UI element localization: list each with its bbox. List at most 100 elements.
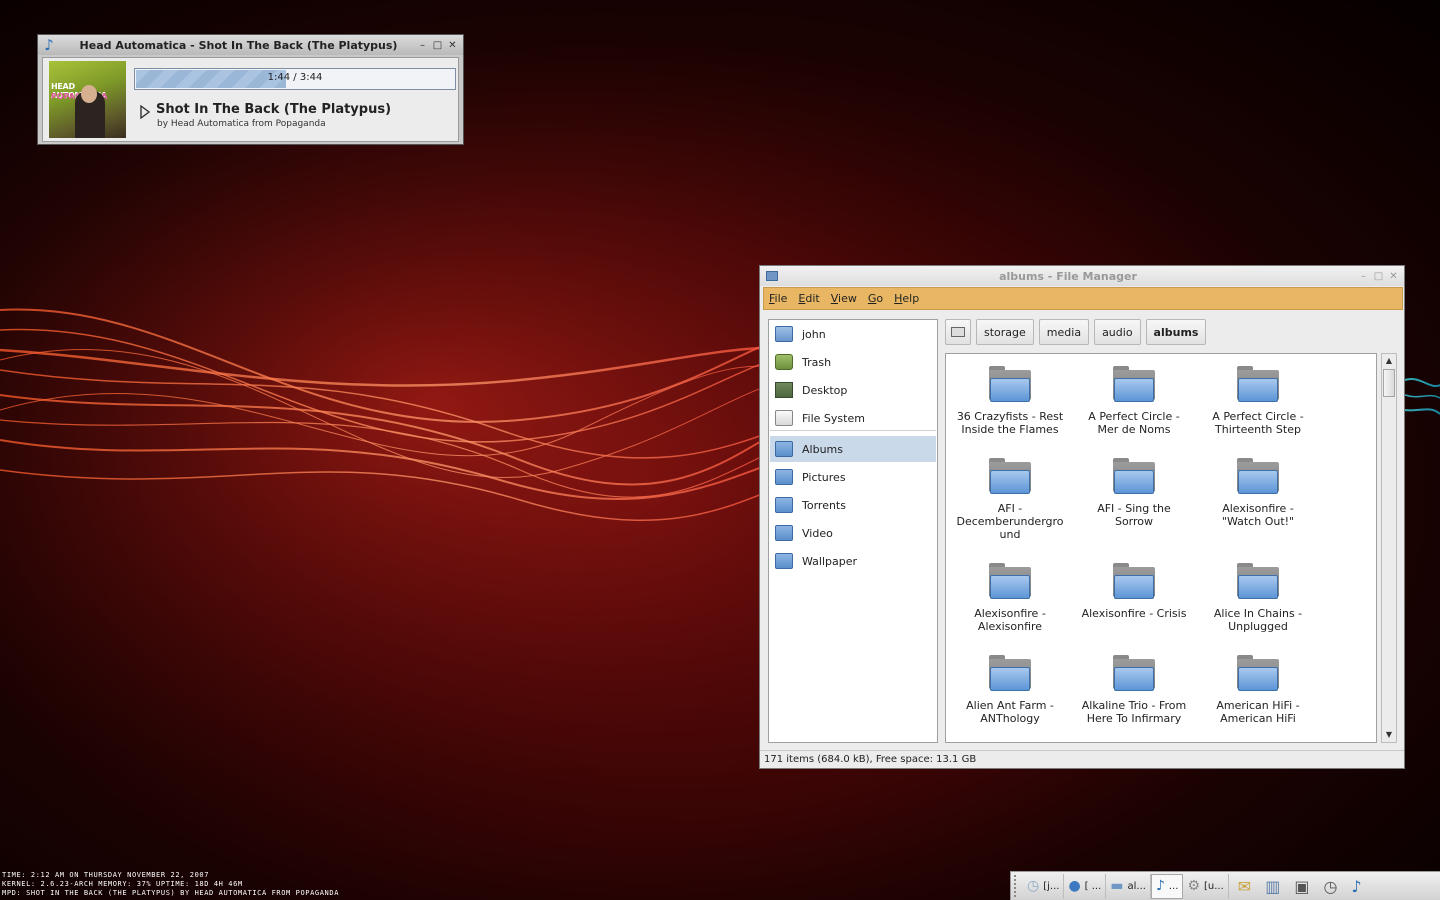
sidebar-item-file-system[interactable]: File System xyxy=(770,405,936,431)
taskbar-task-label: ... xyxy=(1168,880,1179,892)
taskbar-task-label: [j... xyxy=(1043,880,1060,892)
conky-kernel: Kernel: 2.6.23-ARCH Memory: 37% Uptime: … xyxy=(2,880,243,888)
sidebar-item-pictures[interactable]: Pictures xyxy=(770,464,936,490)
music-note-icon[interactable]: ♪ xyxy=(1346,877,1366,896)
taskbar-task-label: [ ... xyxy=(1084,880,1102,892)
drive-icon xyxy=(951,327,965,337)
path-button-storage[interactable]: storage xyxy=(976,319,1034,345)
song-title: Shot In The Back (The Platypus) xyxy=(156,102,392,117)
sidebar-item-albums[interactable]: Albums xyxy=(770,436,936,462)
folder-icon xyxy=(775,525,793,541)
play-icon[interactable] xyxy=(139,105,151,119)
sidebar-item-label: Torrents xyxy=(802,498,846,512)
player-window-title: Head Automatica - Shot In The Back (The … xyxy=(79,38,398,52)
desktop-icon xyxy=(775,382,793,398)
folder-item[interactable]: AFI - Sing the Sorrow xyxy=(1074,458,1194,528)
folder-item[interactable]: A Perfect Circle - Thirteenth Step xyxy=(1198,366,1318,436)
folder-icon xyxy=(1113,563,1155,599)
scroll-up-arrow-icon[interactable]: ▲ xyxy=(1382,354,1396,368)
folder-item[interactable]: Alice In Chains - Unplugged xyxy=(1198,563,1318,633)
path-button-media[interactable]: media xyxy=(1038,319,1090,345)
folder-icon xyxy=(989,458,1031,494)
folder-label: Alice In Chains - Unplugged xyxy=(1213,607,1303,633)
window-list-icon[interactable]: ▣ xyxy=(1289,877,1314,896)
folder-icon xyxy=(1237,655,1279,691)
sidebar-item-label: Desktop xyxy=(802,383,848,397)
folder-icon xyxy=(775,441,793,457)
folder-label: AFI - Decemberunderground xyxy=(956,502,1064,541)
menu-file[interactable]: File xyxy=(764,292,793,305)
folder-label: A Perfect Circle - Thirteenth Step xyxy=(1212,410,1304,436)
taskbar-grip[interactable] xyxy=(1014,875,1020,897)
conky-mpd: MPD: Shot In The Back (The Platypus) by … xyxy=(2,889,340,897)
folder-icon xyxy=(989,655,1031,691)
folder-label: Alkaline Trio - From Here To Infirmary xyxy=(1081,699,1187,725)
menu-edit[interactable]: Edit xyxy=(793,292,825,305)
folder-item[interactable]: 36 Crazyfists - Rest Inside the Flames xyxy=(950,366,1070,436)
folder-item[interactable]: American HiFi - American HiFi xyxy=(1198,655,1318,725)
music-player-window[interactable]: ♪ Head Automatica - Shot In The Back (Th… xyxy=(37,34,464,145)
taskbar-task[interactable]: ▬ al... xyxy=(1106,873,1151,899)
sidebar-item-torrents[interactable]: Torrents xyxy=(770,492,936,518)
home-folder-icon xyxy=(775,326,793,342)
file-manager-window[interactable]: albums - File Manager – □ ✕ File Edit View… xyxy=(759,265,1405,769)
sidebar-item-label: Wallpaper xyxy=(802,554,858,568)
folder-item[interactable]: Alexisonfire - Alexisonfire xyxy=(950,563,1070,633)
menu-bar: File Edit View Go Help xyxy=(763,287,1403,310)
fm-titlebar[interactable]: albums - File Manager – □ ✕ xyxy=(760,266,1404,286)
menu-help[interactable]: Help xyxy=(889,292,925,305)
pager-icon[interactable]: ▥ xyxy=(1260,877,1285,896)
folder-item[interactable]: Alien Ant Farm - ANThology xyxy=(950,655,1070,725)
folder-item[interactable]: Alexisonfire - Crisis xyxy=(1074,563,1194,620)
folder-item[interactable]: Alexisonfire - "Watch Out!" xyxy=(1198,458,1318,528)
conky-monitor: Time: 2:12 AM on Thursday November 22, 2… xyxy=(2,871,339,898)
close-icon[interactable]: ✕ xyxy=(447,40,458,51)
taskbar-task[interactable]: ⚙ [u... xyxy=(1183,873,1229,899)
sidebar-item-wallpaper[interactable]: Wallpaper xyxy=(770,548,936,574)
sidebar-item-john[interactable]: john xyxy=(770,321,936,347)
sidebar-item-label: Video xyxy=(802,526,833,540)
player-titlebar[interactable]: ♪ Head Automatica - Shot In The Back (Th… xyxy=(38,35,463,55)
folder-icon-view[interactable]: 36 Crazyfists - Rest Inside the Flames A … xyxy=(945,353,1377,743)
player-body: HEAD AUTOMATICA POPAGANDA 1:44 / 3:44 Sh… xyxy=(42,57,459,142)
folder-icon xyxy=(1113,655,1155,691)
folder-label: Alexisonfire - "Watch Out!" xyxy=(1221,502,1295,528)
folder-label: American HiFi - American HiFi xyxy=(1216,699,1300,725)
song-progress-bar[interactable]: 1:44 / 3:44 xyxy=(134,68,456,90)
clock-icon[interactable]: ◷ xyxy=(1318,877,1342,896)
folder-icon xyxy=(1237,366,1279,402)
folder-icon xyxy=(1113,366,1155,402)
progress-time: 1:44 / 3:44 xyxy=(267,72,323,83)
path-button-albums[interactable]: albums xyxy=(1145,319,1207,345)
taskbar-task[interactable]: ●[ ... xyxy=(1064,873,1107,899)
vertical-scrollbar[interactable]: ▲ ▼ xyxy=(1381,353,1397,743)
sidebar-item-video[interactable]: Video xyxy=(770,520,936,546)
folder-item[interactable]: Alkaline Trio - From Here To Infirmary xyxy=(1074,655,1194,725)
path-button-audio[interactable]: audio xyxy=(1094,319,1141,345)
sidebar-item-desktop[interactable]: Desktop xyxy=(770,377,936,403)
song-byline: by Head Automatica from Popaganda xyxy=(157,119,326,129)
folder-icon xyxy=(989,366,1031,402)
path-root-button[interactable] xyxy=(945,319,971,345)
folder-item[interactable]: A Perfect Circle - Mer de Noms xyxy=(1074,366,1194,436)
sidebar-item-label: File System xyxy=(802,411,865,425)
folder-icon xyxy=(1237,563,1279,599)
folder-item[interactable]: AFI - Decemberunderground xyxy=(950,458,1070,541)
mail-icon[interactable]: ✉ xyxy=(1233,877,1256,896)
minimize-icon[interactable]: – xyxy=(417,40,428,51)
scroll-thumb[interactable] xyxy=(1383,369,1395,397)
scroll-down-arrow-icon[interactable]: ▼ xyxy=(1382,728,1396,742)
minimize-icon[interactable]: – xyxy=(1358,271,1369,282)
sidebar-item-trash[interactable]: Trash xyxy=(770,349,936,375)
taskbar-task[interactable]: ◷ [j... xyxy=(1023,873,1065,899)
maximize-icon[interactable]: □ xyxy=(1373,271,1384,282)
maximize-icon[interactable]: □ xyxy=(432,40,443,51)
taskbar-task[interactable]: ♪... xyxy=(1150,873,1184,899)
menu-go[interactable]: Go xyxy=(863,292,889,305)
conky-time: Time: 2:12 AM on Thursday November 22, 2… xyxy=(2,871,210,879)
menu-view[interactable]: View xyxy=(826,292,863,305)
close-icon[interactable]: ✕ xyxy=(1388,271,1399,282)
taskbar-task-label: al... xyxy=(1127,880,1146,892)
folder-label: AFI - Sing the Sorrow xyxy=(1097,502,1171,528)
sidebar-item-label: john xyxy=(802,327,826,341)
